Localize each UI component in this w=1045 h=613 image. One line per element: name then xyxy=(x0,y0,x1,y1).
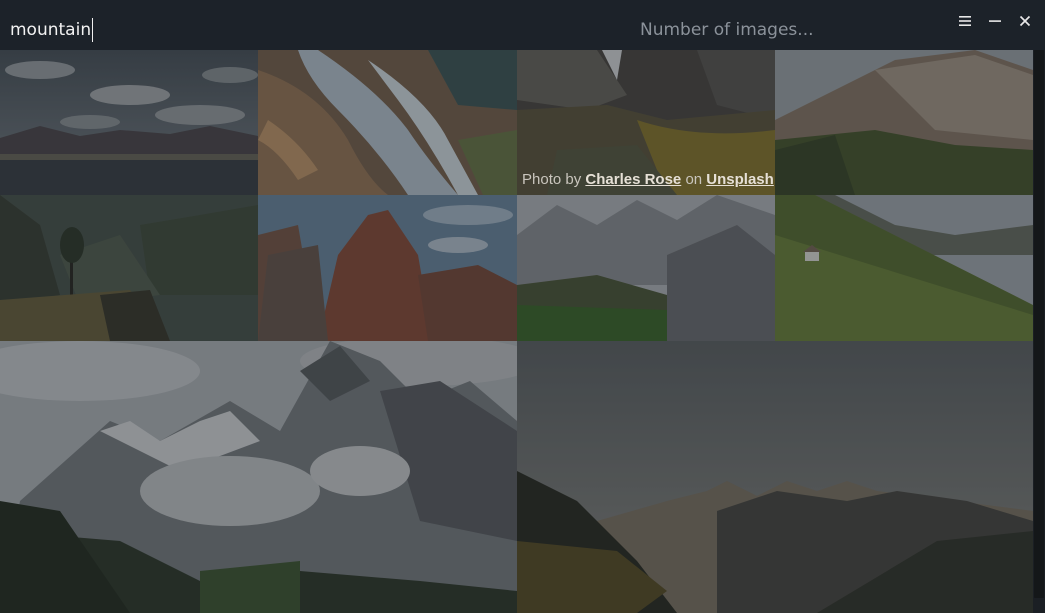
close-button[interactable] xyxy=(1013,10,1037,32)
image-tile[interactable] xyxy=(0,50,258,195)
photo-credit: Photo by Charles Rose on Unsplash xyxy=(522,171,774,188)
image-tile[interactable] xyxy=(258,195,517,341)
credit-author-link[interactable]: Charles Rose xyxy=(585,171,681,188)
image-tile[interactable] xyxy=(0,341,517,613)
credit-middle: on xyxy=(685,171,703,188)
image-tile[interactable] xyxy=(517,341,1033,613)
search-input[interactable]: mountain xyxy=(10,18,94,42)
image-tile[interactable] xyxy=(775,195,1033,341)
credit-prefix: Photo by xyxy=(522,171,582,188)
credit-site-link[interactable]: Unsplash xyxy=(706,171,774,188)
image-tile[interactable] xyxy=(0,195,258,341)
minimize-button[interactable] xyxy=(983,10,1007,32)
image-tile[interactable] xyxy=(258,50,517,195)
image-grid: Photo by Charles Rose on Unsplash xyxy=(0,50,1033,613)
minimize-icon xyxy=(989,20,1001,22)
scrollbar[interactable] xyxy=(1033,50,1045,613)
hamburger-menu-icon xyxy=(959,16,971,26)
toolbar: mountain Number of images... xyxy=(0,0,1045,50)
menu-button[interactable] xyxy=(953,10,977,32)
image-tile[interactable] xyxy=(517,195,775,341)
scroll-thumb[interactable] xyxy=(1034,50,1044,598)
image-tile[interactable] xyxy=(775,50,1033,195)
close-icon xyxy=(1019,15,1031,27)
image-count-input[interactable]: Number of images... xyxy=(640,18,814,42)
